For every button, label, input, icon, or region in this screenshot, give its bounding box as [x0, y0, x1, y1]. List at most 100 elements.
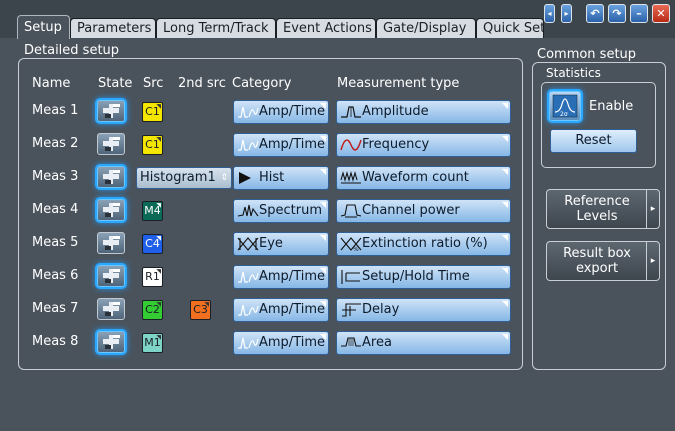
source-select[interactable]: ◥ M4 — [142, 201, 163, 221]
tab-long-term-track[interactable]: Long Term/Track — [156, 18, 276, 38]
state-toggle[interactable] — [97, 331, 125, 353]
reset-button[interactable]: Reset — [550, 129, 637, 153]
minimize-icon[interactable]: – — [630, 4, 648, 23]
category-value: Amp/Time — [259, 137, 326, 152]
source-select[interactable]: ◥ C4 — [142, 234, 163, 254]
state-toggle[interactable] — [97, 265, 125, 287]
source-select[interactable]: ◥ C2 — [142, 300, 163, 320]
state-toggle[interactable] — [97, 232, 125, 254]
measurement-type-value: Amplitude — [362, 104, 429, 119]
amp-time-icon — [237, 335, 259, 351]
tab-parameters[interactable]: Parameters — [70, 18, 156, 38]
source-select[interactable]: ◥ M1 — [142, 333, 163, 353]
undo-icon[interactable]: ↶ — [586, 4, 604, 23]
dropdown-corner-icon: ◥ — [501, 167, 508, 176]
tab-event-actions[interactable]: Event Actions — [276, 18, 376, 38]
measurement-type-select[interactable]: Delay ◥ — [336, 298, 511, 322]
header-state: State — [98, 76, 133, 91]
scroll-left-icon[interactable]: ◂ — [544, 4, 555, 23]
category-select[interactable]: Amp/Time ◥ — [233, 100, 329, 124]
measurement-type-value: Channel power — [362, 203, 460, 218]
redo-icon[interactable]: ↷ — [608, 4, 626, 23]
source-select[interactable]: ◥ C1 — [142, 102, 163, 122]
category-select[interactable]: Amp/Time ◥ — [233, 265, 329, 289]
tab-label: Parameters — [77, 21, 152, 36]
state-toggle[interactable] — [97, 100, 125, 122]
statistics-enable-toggle[interactable]: 2σ — [549, 91, 581, 121]
dropdown-corner-icon: ◥ — [319, 266, 326, 275]
category-value: Eye — [259, 236, 283, 251]
dropdown-corner-icon: ◥ — [319, 332, 326, 341]
tab-label: Quick Set — [483, 21, 544, 36]
measurement-type-select[interactable]: Area ◥ — [336, 331, 511, 355]
dropdown-corner-icon: ◥ — [319, 101, 326, 110]
measurement-type-select[interactable]: Setup/Hold Time ◥ — [336, 265, 511, 289]
category-value: Hist — [259, 170, 285, 185]
reference-levels-label: Reference Levels — [564, 194, 630, 224]
histogram-source-select[interactable]: Histogram1 ⇕ — [136, 167, 232, 189]
source-select[interactable]: ◥ C1 — [142, 135, 163, 155]
reset-label: Reset — [575, 133, 612, 148]
channel-power-icon — [340, 203, 362, 219]
meas-name: Meas 2 — [32, 136, 79, 151]
dropdown-corner-icon: ◥ — [501, 134, 508, 143]
setup-hold-icon — [340, 269, 362, 285]
source-select[interactable]: ◥ R1 — [142, 267, 163, 287]
dropdown-corner-icon: ◥ — [319, 167, 326, 176]
measurement-type-select[interactable]: % Extinction ratio (%) ◥ — [336, 232, 511, 256]
chevron-right-icon: ▸ — [646, 242, 659, 280]
state-toggle[interactable] — [97, 166, 125, 188]
tab-label: Setup — [24, 20, 62, 35]
meas-name: Meas 8 — [32, 334, 79, 349]
category-select[interactable]: Amp/Time ◥ — [233, 331, 329, 355]
frequency-icon — [340, 137, 362, 153]
delay-icon — [340, 302, 362, 318]
tab-gate-display[interactable]: Gate/Display — [376, 18, 476, 38]
second-source-select[interactable]: ◥ C3 — [190, 300, 211, 320]
tab-setup[interactable]: Setup — [17, 15, 70, 39]
header-name: Name — [32, 76, 71, 91]
common-setup-title: Common setup — [537, 47, 637, 62]
probe-icon — [103, 236, 120, 250]
corner-marker-icon: ◥ — [156, 268, 161, 275]
extinction-ratio-icon: % — [340, 236, 362, 253]
amp-time-icon — [237, 302, 259, 318]
corner-marker-icon: ◥ — [156, 235, 161, 242]
dropdown-corner-icon: ◥ — [319, 299, 326, 308]
scroll-right-icon[interactable]: ▸ — [561, 4, 572, 23]
result-box-export-button[interactable]: Result box export ▸ — [546, 241, 660, 281]
measurement-type-select[interactable]: Frequency ◥ — [336, 133, 511, 157]
state-toggle[interactable] — [97, 199, 125, 221]
category-select[interactable]: Spectrum ◥ — [233, 199, 329, 223]
state-toggle[interactable] — [97, 133, 125, 155]
measurement-type-value: Frequency — [362, 137, 430, 152]
chevron-right-icon: ▸ — [646, 190, 659, 228]
probe-icon — [103, 170, 120, 184]
measurement-type-select[interactable]: Amplitude ◥ — [336, 100, 511, 124]
tab-quick-set[interactable]: Quick Set — [476, 18, 544, 38]
dropdown-corner-icon: ◥ — [501, 266, 508, 275]
amp-time-icon — [237, 269, 259, 285]
category-select[interactable]: Amp/Time ◥ — [233, 133, 329, 157]
reference-levels-button[interactable]: Reference Levels ▸ — [546, 189, 660, 229]
measurement-type-value: Setup/Hold Time — [362, 269, 470, 284]
corner-marker-icon: ◥ — [156, 103, 161, 110]
measurement-type-select[interactable]: Waveform count ◥ — [336, 166, 511, 190]
measurement-type-select[interactable]: Channel power ◥ — [336, 199, 511, 223]
category-select[interactable]: Hist ◥ — [233, 166, 329, 190]
source-value: Histogram1 — [140, 170, 216, 185]
probe-icon — [103, 335, 120, 349]
dropdown-corner-icon: ◥ — [501, 200, 508, 209]
header-2nd-src: 2nd src — [178, 76, 226, 91]
header-measurement-type: Measurement type — [337, 76, 460, 91]
tab-label: Long Term/Track — [163, 21, 269, 36]
meas-name: Meas 1 — [32, 103, 79, 118]
close-icon[interactable]: ✕ — [652, 4, 670, 23]
category-value: Amp/Time — [259, 104, 326, 119]
svg-text:%: % — [353, 246, 359, 252]
result-box-export-label: Result box export — [563, 246, 631, 276]
category-select[interactable]: Amp/Time ◥ — [233, 298, 329, 322]
category-select[interactable]: Eye ◥ — [233, 232, 329, 256]
header-category: Category — [232, 76, 292, 91]
state-toggle[interactable] — [97, 298, 125, 320]
